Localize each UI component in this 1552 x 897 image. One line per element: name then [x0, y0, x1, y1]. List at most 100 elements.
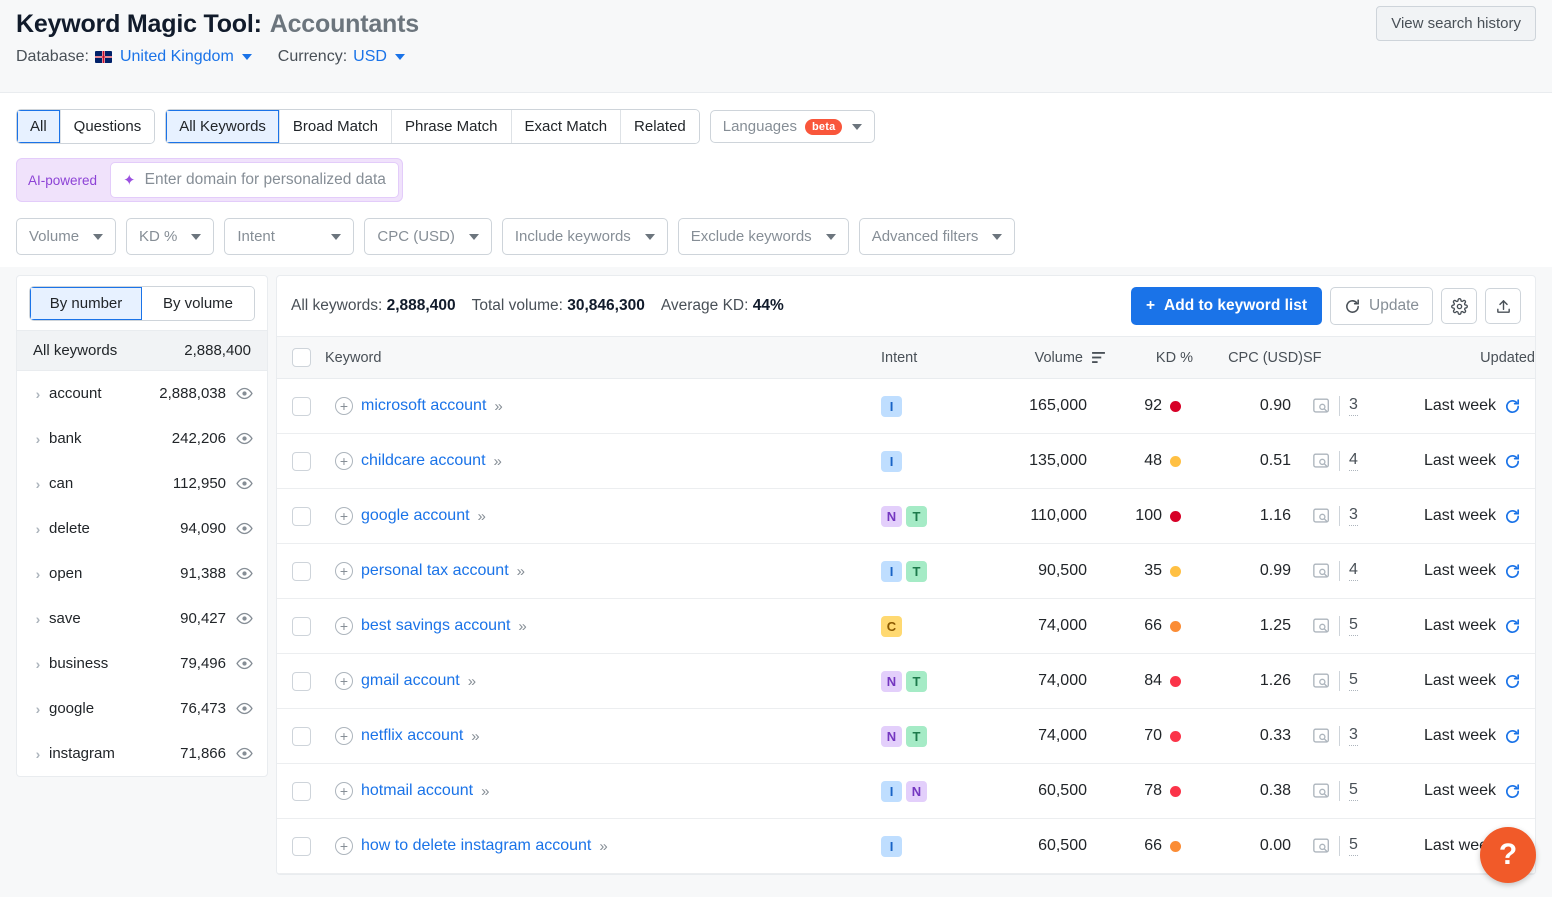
intent-badge-N[interactable]: N	[906, 780, 927, 802]
sort-by-volume-button[interactable]: By volume	[142, 287, 254, 320]
chevron-right-icon[interactable]: ›	[27, 656, 49, 672]
table-row[interactable]: + google account » N T 110,000 100 1.16 3 Last we…	[277, 488, 1535, 544]
filter-exclude-keywords[interactable]: Exclude keywords	[677, 218, 849, 255]
ai-domain-input[interactable]: ✦ Enter domain for personalized data	[110, 162, 399, 198]
tab-all-keywords[interactable]: All Keywords	[166, 110, 280, 143]
sidebar-item[interactable]: › save 90,427	[17, 596, 267, 641]
double-chevron-right-icon[interactable]: »	[494, 398, 502, 415]
chevron-right-icon[interactable]: ›	[27, 476, 49, 492]
serp-features-icon[interactable]	[1313, 398, 1330, 414]
intent-badge-I[interactable]: I	[881, 835, 902, 857]
keyword-link[interactable]: microsoft account	[361, 397, 486, 415]
sf-value[interactable]: 3	[1349, 396, 1358, 416]
refresh-row-button[interactable]	[1504, 673, 1521, 690]
select-all-checkbox[interactable]	[291, 348, 311, 367]
row-checkbox[interactable]	[291, 451, 311, 471]
chevron-right-icon[interactable]: ›	[27, 521, 49, 537]
table-row[interactable]: + gmail account » N T 74,000 84 1.26 5 Last week	[277, 653, 1535, 709]
help-button[interactable]: ?	[1480, 827, 1536, 883]
eye-icon[interactable]	[236, 610, 253, 627]
refresh-row-button[interactable]	[1504, 508, 1521, 525]
intent-badge-I[interactable]: I	[881, 560, 902, 582]
double-chevron-right-icon[interactable]: »	[518, 618, 526, 635]
double-chevron-right-icon[interactable]: »	[468, 673, 476, 690]
add-keyword-icon[interactable]: +	[335, 727, 353, 745]
keyword-link[interactable]: google account	[361, 507, 470, 525]
serp-features-icon[interactable]	[1313, 563, 1330, 579]
refresh-row-button[interactable]	[1504, 783, 1521, 800]
double-chevron-right-icon[interactable]: »	[599, 838, 607, 855]
row-checkbox[interactable]	[291, 506, 311, 526]
update-button[interactable]: Update	[1330, 287, 1433, 325]
sidebar-item[interactable]: › bank 242,206	[17, 416, 267, 461]
add-keyword-icon[interactable]: +	[335, 782, 353, 800]
refresh-row-button[interactable]	[1504, 618, 1521, 635]
tab-broad-match[interactable]: Broad Match	[279, 110, 392, 143]
intent-badge-I[interactable]: I	[881, 450, 902, 472]
eye-icon[interactable]	[236, 745, 253, 762]
double-chevron-right-icon[interactable]: »	[471, 728, 479, 745]
chevron-right-icon[interactable]: ›	[27, 431, 49, 447]
filter-advanced[interactable]: Advanced filters	[858, 218, 1016, 255]
settings-button[interactable]	[1441, 288, 1477, 324]
sidebar-item[interactable]: › google 76,473	[17, 686, 267, 731]
table-row[interactable]: + netflix account » N T 74,000 70 0.33 3 Last wee…	[277, 708, 1535, 764]
eye-icon[interactable]	[236, 385, 253, 402]
refresh-row-button[interactable]	[1504, 453, 1521, 470]
refresh-row-button[interactable]	[1504, 563, 1521, 580]
keyword-link[interactable]: personal tax account	[361, 562, 509, 580]
sf-value[interactable]: 4	[1349, 561, 1358, 581]
sidebar-item[interactable]: › open 91,388	[17, 551, 267, 596]
database-value[interactable]: United Kingdom	[120, 48, 234, 66]
tab-all[interactable]: All	[17, 110, 61, 143]
serp-features-icon[interactable]	[1313, 508, 1330, 524]
currency-selector[interactable]: Currency: USD	[278, 48, 405, 66]
sf-value[interactable]: 3	[1349, 506, 1358, 526]
double-chevron-right-icon[interactable]: »	[517, 563, 525, 580]
sidebar-item[interactable]: › account 2,888,038	[17, 371, 267, 416]
filter-kd[interactable]: KD %	[126, 218, 215, 255]
row-checkbox[interactable]	[291, 616, 311, 636]
add-keyword-icon[interactable]: +	[335, 507, 353, 525]
row-checkbox[interactable]	[291, 671, 311, 691]
refresh-row-button[interactable]	[1504, 398, 1521, 415]
sidebar-all-keywords-row[interactable]: All keywords 2,888,400	[17, 330, 267, 371]
intent-badge-I[interactable]: I	[881, 780, 902, 802]
row-checkbox[interactable]	[291, 781, 311, 801]
intent-badge-T[interactable]: T	[906, 505, 927, 527]
row-checkbox[interactable]	[291, 561, 311, 581]
filter-include-keywords[interactable]: Include keywords	[501, 218, 668, 255]
eye-icon[interactable]	[236, 655, 253, 672]
intent-badge-T[interactable]: T	[906, 725, 927, 747]
chevron-right-icon[interactable]: ›	[27, 386, 49, 402]
filter-intent[interactable]: Intent	[224, 218, 355, 255]
double-chevron-right-icon[interactable]: »	[478, 508, 486, 525]
intent-badge-N[interactable]: N	[881, 505, 902, 527]
table-row[interactable]: + childcare account » I 135,000 48 0.51 4 Last w…	[277, 433, 1535, 489]
eye-icon[interactable]	[236, 565, 253, 582]
intent-badge-I[interactable]: I	[881, 395, 902, 417]
refresh-row-button[interactable]	[1504, 728, 1521, 745]
languages-dropdown[interactable]: Languages beta	[709, 110, 876, 143]
table-row[interactable]: + best savings account » C 74,000 66 1.25 5 Last…	[277, 598, 1535, 654]
add-keyword-icon[interactable]: +	[335, 562, 353, 580]
eye-icon[interactable]	[236, 430, 253, 447]
chevron-right-icon[interactable]: ›	[27, 566, 49, 582]
keyword-link[interactable]: childcare account	[361, 452, 486, 470]
chevron-right-icon[interactable]: ›	[27, 701, 49, 717]
intent-badge-T[interactable]: T	[906, 670, 927, 692]
sidebar-item[interactable]: › can 112,950	[17, 461, 267, 506]
sf-value[interactable]: 5	[1349, 781, 1358, 801]
intent-badge-N[interactable]: N	[881, 670, 902, 692]
serp-features-icon[interactable]	[1313, 728, 1330, 744]
add-keyword-icon[interactable]: +	[335, 617, 353, 635]
filter-cpc[interactable]: CPC (USD)	[364, 218, 492, 255]
sidebar-item[interactable]: › business 79,496	[17, 641, 267, 686]
filter-volume[interactable]: Volume	[16, 218, 117, 255]
serp-features-icon[interactable]	[1313, 673, 1330, 689]
database-selector[interactable]: Database: United Kingdom	[16, 48, 252, 66]
add-to-keyword-list-button[interactable]: + Add to keyword list	[1130, 287, 1323, 325]
sf-value[interactable]: 3	[1349, 726, 1358, 746]
row-checkbox[interactable]	[291, 726, 311, 746]
eye-icon[interactable]	[236, 520, 253, 537]
